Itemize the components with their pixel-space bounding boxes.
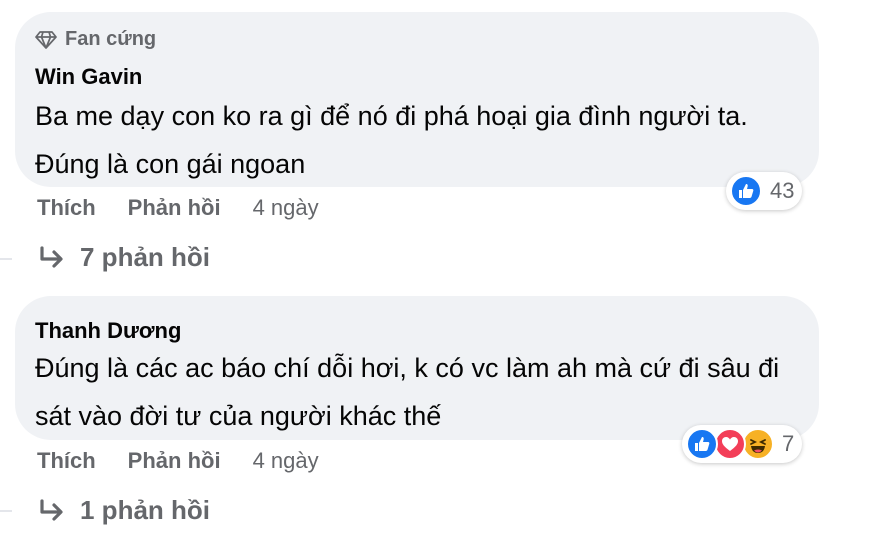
comment-bubble: Thanh Dương Đúng là các ac báo chí dỗi h… xyxy=(15,296,819,440)
like-icon xyxy=(730,175,762,207)
thread-line xyxy=(0,258,12,260)
like-button[interactable]: Thích xyxy=(37,448,96,474)
like-button[interactable]: Thích xyxy=(37,195,96,221)
comment-timestamp[interactable]: 4 ngày xyxy=(253,448,319,474)
diamond-icon xyxy=(35,30,57,49)
reaction-summary[interactable]: 43 xyxy=(726,172,803,210)
comment-timestamp[interactable]: 4 ngày xyxy=(253,195,319,221)
reaction-summary[interactable]: 7 xyxy=(682,425,803,463)
reply-button[interactable]: Phản hồi xyxy=(128,195,221,221)
badge-label: Fan cứng xyxy=(65,28,157,50)
reply-arrow-icon xyxy=(40,498,63,521)
thread-line xyxy=(0,510,12,512)
reaction-count: 43 xyxy=(770,178,795,203)
comment-author[interactable]: Win Gavin xyxy=(35,64,142,90)
comment-actions: Thích Phản hồi 4 ngày xyxy=(37,448,319,474)
view-replies-link[interactable]: 1 phản hồi xyxy=(38,495,210,526)
top-fan-badge[interactable]: Fan cứng xyxy=(35,28,156,51)
comment-author[interactable]: Thanh Dương xyxy=(35,318,181,344)
replies-count-label: 1 phản hồi xyxy=(80,495,210,525)
view-replies-link[interactable]: 7 phản hồi xyxy=(38,242,210,273)
reply-button[interactable]: Phản hồi xyxy=(128,448,221,474)
reply-arrow-icon xyxy=(40,245,63,268)
love-icon xyxy=(714,428,746,460)
reaction-count: 7 xyxy=(782,431,795,456)
comment-bubble: Fan cứng Win Gavin Ba me dạy con ko ra g… xyxy=(15,12,819,187)
comment-actions: Thích Phản hồi 4 ngày xyxy=(37,195,319,221)
haha-icon xyxy=(742,428,774,460)
comment-text: Ba me dạy con ko ra gì để nó đi phá hoại… xyxy=(35,101,748,179)
comment-text: Đúng là các ac báo chí dỗi hơi, k có vc … xyxy=(35,353,780,431)
replies-count-label: 7 phản hồi xyxy=(80,242,210,272)
like-icon xyxy=(686,428,718,460)
